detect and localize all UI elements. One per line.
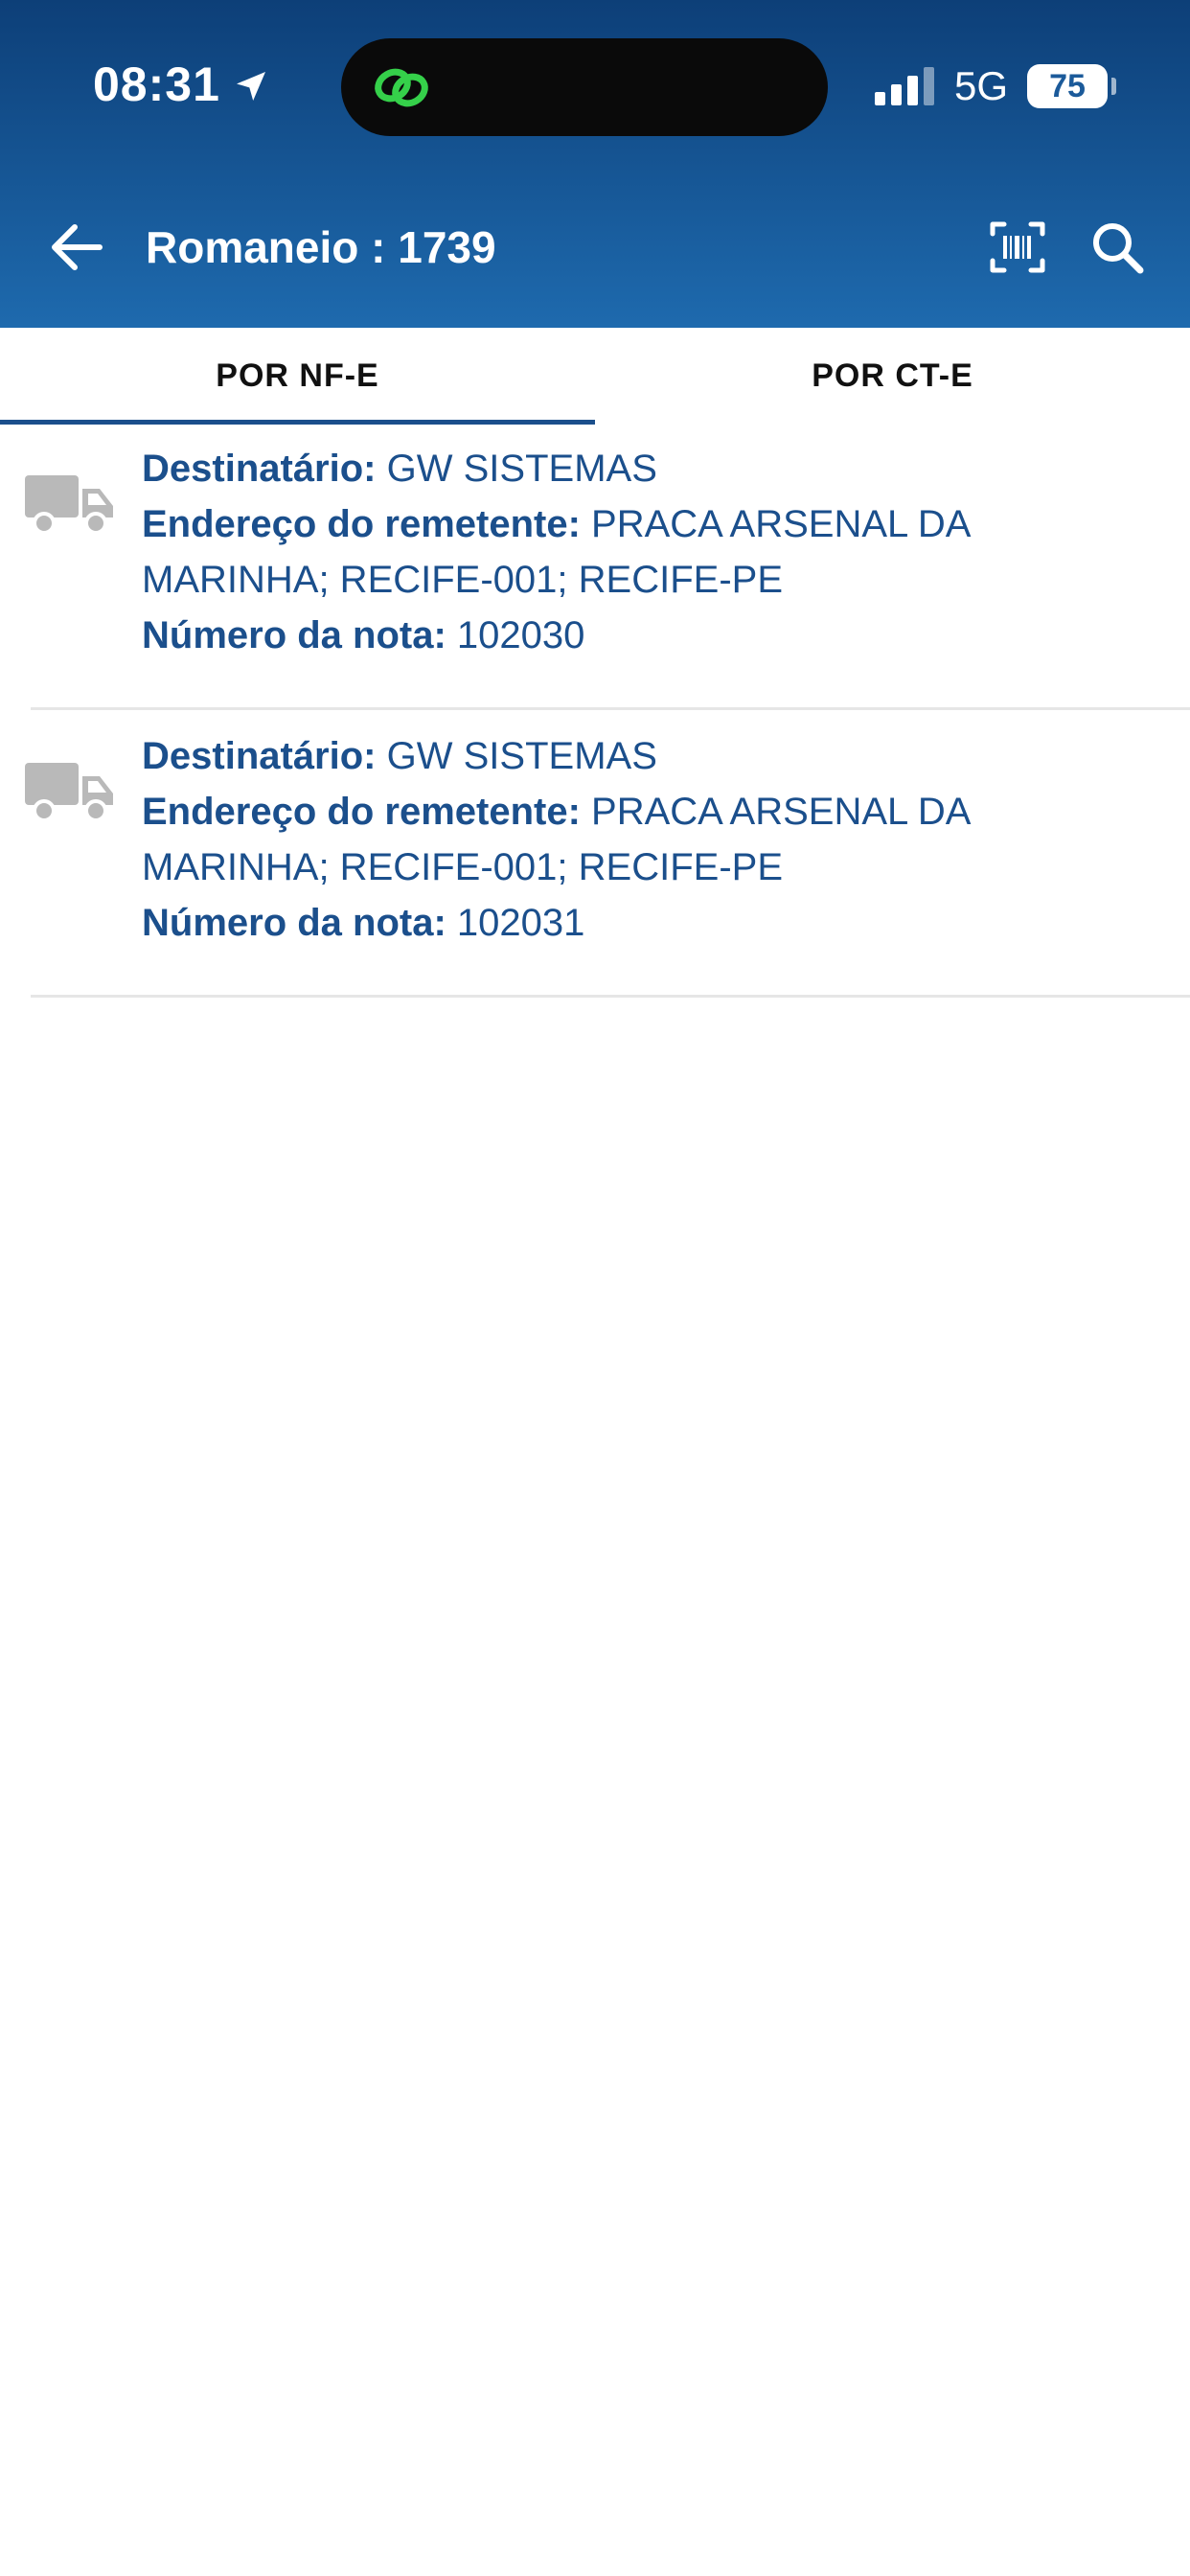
truck-icon (25, 475, 113, 535)
list-item[interactable]: Destinatário: GW SISTEMAS Endereço do re… (0, 728, 1190, 997)
invoice-number-value: 102030 (456, 614, 585, 656)
truck-icon (25, 763, 113, 822)
invoice-line: Número da nota: 102030 (142, 608, 1167, 663)
item-details: Destinatário: GW SISTEMAS Endereço do re… (142, 441, 1167, 663)
recipient-line: Destinatário: GW SISTEMAS (142, 728, 1167, 784)
recipient-label: Destinatário: (142, 448, 377, 490)
location-arrow-icon (237, 72, 265, 101)
battery-indicator: 75 (1027, 64, 1108, 108)
app-header: 08:31 5G 75 Romaneio : 1739 (0, 0, 1190, 328)
address-line-2: MARINHA; RECIFE-001; RECIFE-PE (142, 846, 784, 888)
sender-address-label: Endereço do remetente: (142, 503, 581, 545)
status-time: 08:31 (93, 58, 220, 111)
item-details: Destinatário: GW SISTEMAS Endereço do re… (142, 728, 1167, 951)
recipient-label: Destinatário: (142, 735, 377, 777)
address-value-1: PRACA ARSENAL DA (591, 791, 972, 833)
network-type: 5G (954, 63, 1009, 108)
arrow-left-icon[interactable] (42, 213, 111, 282)
search-icon[interactable] (1087, 217, 1148, 278)
address-value-1: PRACA ARSENAL DA (591, 503, 972, 545)
address-line-2: MARINHA; RECIFE-001; RECIFE-PE (142, 559, 784, 601)
address-line-1: Endereço do remetente: PRACA ARSENAL DA (142, 496, 1167, 552)
cellular-signal-icon (875, 67, 934, 105)
invoice-line: Número da nota: 102031 (142, 895, 1167, 951)
recipient-value: GW SISTEMAS (386, 735, 657, 777)
battery-cap (1111, 78, 1116, 95)
tab-por-cte[interactable]: POR CT-E (595, 328, 1190, 424)
sender-address-label: Endereço do remetente: (142, 791, 581, 833)
invoice-number-value: 102031 (456, 902, 585, 944)
recipient-value: GW SISTEMAS (386, 448, 657, 490)
barcode-scan-icon[interactable] (987, 217, 1048, 278)
address-line-1: Endereço do remetente: PRACA ARSENAL DA (142, 784, 1167, 840)
tab-indicator (0, 420, 595, 425)
tab-por-nfe[interactable]: POR NF-E (0, 328, 595, 424)
recipient-line: Destinatário: GW SISTEMAS (142, 441, 1167, 496)
list-divider (31, 995, 1190, 998)
tab-bar: POR NF-E POR CT-E (0, 328, 1190, 424)
link-rings-icon (375, 68, 428, 107)
list-divider (31, 707, 1190, 710)
list-item[interactable]: Destinatário: GW SISTEMAS Endereço do re… (0, 441, 1190, 709)
dynamic-island (341, 38, 828, 136)
page-title: Romaneio : 1739 (146, 222, 496, 272)
invoice-number-label: Número da nota: (142, 902, 446, 944)
invoice-number-label: Número da nota: (142, 614, 446, 656)
